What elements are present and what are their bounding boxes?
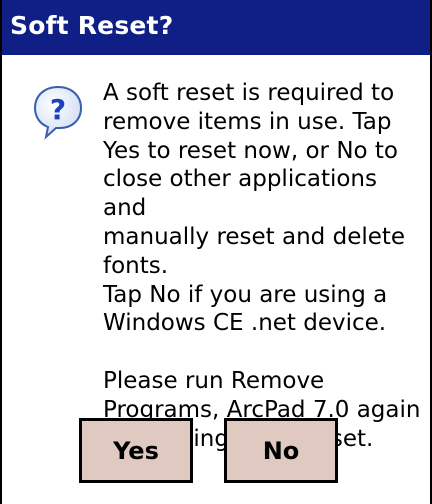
title-bar: Soft Reset? (2, 0, 430, 58)
soft-reset-dialog: Soft Reset? ? A soft reset is required t… (0, 0, 432, 504)
dialog-message: A soft reset is required to remove items… (103, 80, 421, 452)
yes-button-label: Yes (113, 436, 159, 465)
no-button-label: No (262, 436, 300, 465)
no-button[interactable]: No (224, 418, 338, 483)
question-icon: ? (32, 84, 84, 140)
svg-text:?: ? (50, 93, 66, 126)
yes-button[interactable]: Yes (79, 418, 193, 483)
dialog-title: Soft Reset? (10, 11, 174, 40)
